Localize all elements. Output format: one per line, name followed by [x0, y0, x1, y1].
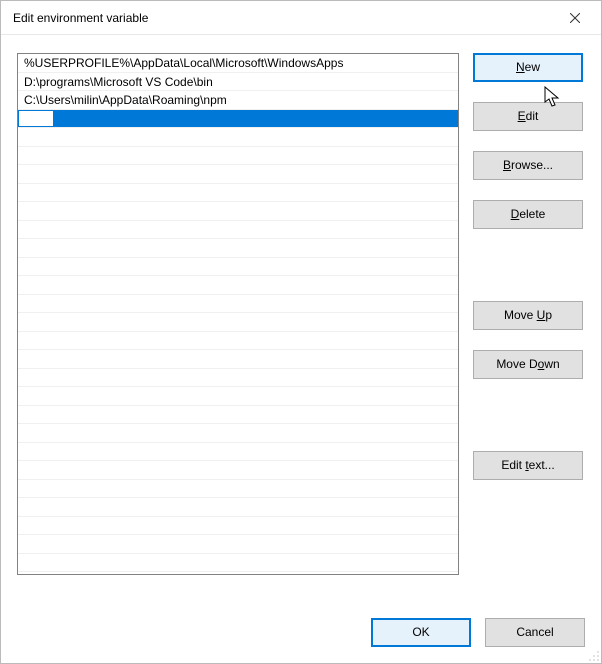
close-button[interactable] [553, 3, 597, 33]
close-icon [570, 13, 580, 23]
inline-edit-input[interactable] [18, 110, 54, 128]
dialog-window: Edit environment variable %USERPROFILE%\… [0, 0, 602, 664]
ok-button[interactable]: OK [371, 618, 471, 647]
list-row[interactable] [18, 554, 458, 573]
path-listbox[interactable]: %USERPROFILE%\AppData\Local\Microsoft\Wi… [17, 53, 459, 575]
list-row[interactable] [18, 387, 458, 406]
list-row[interactable] [18, 202, 458, 221]
list-row[interactable] [18, 276, 458, 295]
list-row[interactable] [18, 295, 458, 314]
list-row[interactable] [18, 424, 458, 443]
list-row[interactable] [18, 110, 458, 129]
list-row[interactable] [18, 535, 458, 554]
main-row: %USERPROFILE%\AppData\Local\Microsoft\Wi… [17, 53, 585, 594]
list-row[interactable] [18, 480, 458, 499]
cancel-button[interactable]: Cancel [485, 618, 585, 647]
list-row[interactable] [18, 498, 458, 517]
new-button[interactable]: New [473, 53, 583, 82]
list-row[interactable] [18, 184, 458, 203]
resize-grip-icon [586, 648, 600, 662]
list-row[interactable] [18, 517, 458, 536]
window-title: Edit environment variable [13, 11, 148, 25]
dialog-content: %USERPROFILE%\AppData\Local\Microsoft\Wi… [1, 35, 601, 663]
list-row[interactable] [18, 258, 458, 277]
list-row[interactable] [18, 443, 458, 462]
list-row[interactable] [18, 147, 458, 166]
move-down-button[interactable]: Move Down [473, 350, 583, 379]
list-row[interactable] [18, 332, 458, 351]
side-buttons: New Edit Browse... Delete Move Up [473, 53, 583, 594]
move-up-button[interactable]: Move Up [473, 301, 583, 330]
list-row[interactable] [18, 128, 458, 147]
edit-button[interactable]: Edit [473, 102, 583, 131]
list-row[interactable] [18, 350, 458, 369]
list-row[interactable] [18, 239, 458, 258]
list-row[interactable]: %USERPROFILE%\AppData\Local\Microsoft\Wi… [18, 54, 458, 73]
list-row[interactable] [18, 369, 458, 388]
browse-button[interactable]: Browse... [473, 151, 583, 180]
list-row[interactable] [18, 406, 458, 425]
delete-button[interactable]: Delete [473, 200, 583, 229]
bottom-row: OK Cancel [17, 618, 585, 647]
list-row[interactable] [18, 461, 458, 480]
list-row[interactable] [18, 313, 458, 332]
edit-text-button[interactable]: Edit text... [473, 451, 583, 480]
list-row[interactable]: D:\programs\Microsoft VS Code\bin [18, 73, 458, 92]
list-row[interactable] [18, 221, 458, 240]
titlebar: Edit environment variable [1, 1, 601, 35]
list-row[interactable]: C:\Users\milin\AppData\Roaming\npm [18, 91, 458, 110]
list-row[interactable] [18, 165, 458, 184]
